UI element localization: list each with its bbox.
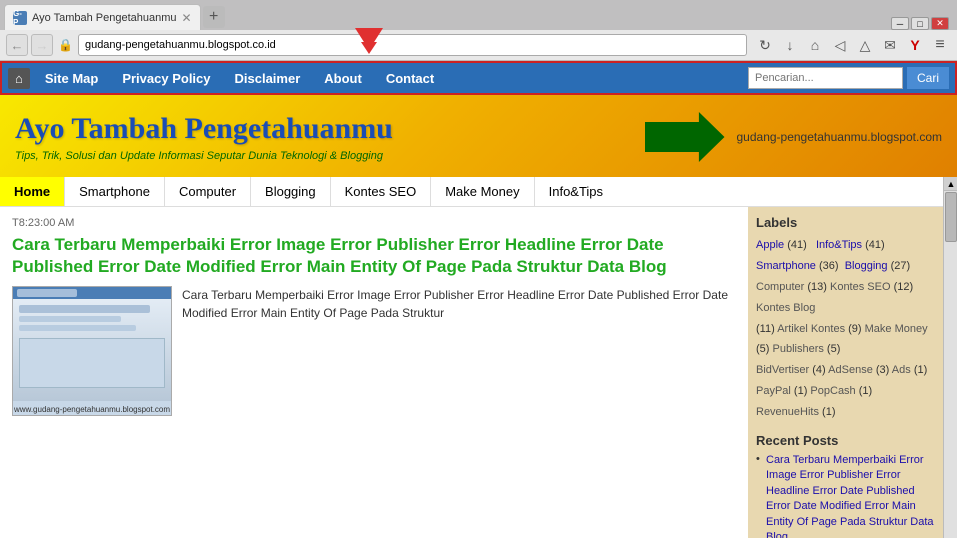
- window-controls: ─ □ ✕: [891, 17, 953, 30]
- label-blogging[interactable]: Blogging: [845, 260, 888, 272]
- blog-url: gudang-pengetahuanmu.blogspot.com: [737, 130, 943, 144]
- messages-button[interactable]: ✉: [879, 34, 901, 56]
- label-popcash[interactable]: PopCash: [810, 385, 855, 397]
- label-artikel-kontes[interactable]: Artikel Kontes: [777, 323, 845, 335]
- browser-tab[interactable]: G-P Ayo Tambah Pengetahuanmu ✕: [4, 4, 201, 30]
- nav-disclaimer[interactable]: Disclaimer: [223, 65, 313, 92]
- tab-close-icon[interactable]: ✕: [182, 11, 192, 25]
- post-image: www.gudang-pengetahuanmu.blogspot.com: [12, 286, 172, 416]
- share-button[interactable]: △: [854, 34, 876, 56]
- recent-post-1[interactable]: • Cara Terbaru Memperbaiki Error Image E…: [756, 453, 935, 538]
- menu-button[interactable]: ≡: [929, 34, 951, 56]
- home-nav-button[interactable]: ⌂: [804, 34, 826, 56]
- label-apple[interactable]: Apple: [756, 239, 784, 251]
- nav-about[interactable]: About: [312, 65, 374, 92]
- red-arrow-indicator: [355, 28, 383, 54]
- close-window-button[interactable]: ✕: [931, 17, 949, 30]
- tab-make-money[interactable]: Make Money: [431, 177, 534, 206]
- tab-title: Ayo Tambah Pengetahuanmu: [32, 12, 177, 24]
- category-tabs: Home Smartphone Computer Blogging Kontes…: [0, 177, 943, 207]
- refresh-button[interactable]: ↻: [754, 34, 776, 56]
- tab-smartphone[interactable]: Smartphone: [65, 177, 165, 206]
- blog-header: Ayo Tambah Pengetahuanmu Tips, Trik, Sol…: [0, 95, 957, 177]
- tab-info-tips[interactable]: Info&Tips: [535, 177, 617, 206]
- site-nav: ⌂ Site Map Privacy Policy Disclaimer Abo…: [0, 61, 957, 95]
- recent-posts-section: Recent Posts • Cara Terbaru Memperbaiki …: [756, 433, 935, 538]
- lock-icon: 🔒: [56, 38, 75, 52]
- tab-computer[interactable]: Computer: [165, 177, 251, 206]
- label-ads[interactable]: Ads: [892, 364, 911, 376]
- post-title[interactable]: Cara Terbaru Memperbaiki Error Image Err…: [12, 234, 736, 278]
- nav-sitemap[interactable]: Site Map: [33, 65, 110, 92]
- nav-privacy[interactable]: Privacy Policy: [110, 65, 222, 92]
- profile-button[interactable]: Y: [904, 34, 926, 56]
- forward-button[interactable]: →: [31, 34, 53, 56]
- scrollbar[interactable]: ▲: [943, 177, 957, 538]
- minimize-button[interactable]: ─: [891, 17, 909, 30]
- maximize-button[interactable]: □: [911, 17, 929, 30]
- label-adsense[interactable]: AdSense: [828, 364, 873, 376]
- labels-section: Labels Apple (41) Info&Tips (41) Smartph…: [756, 215, 935, 423]
- label-kontes-seo[interactable]: Kontes SEO: [830, 281, 891, 293]
- sidebar: Labels Apple (41) Info&Tips (41) Smartph…: [748, 207, 943, 538]
- new-tab-button[interactable]: +: [203, 6, 225, 28]
- label-make-money[interactable]: Make Money: [865, 323, 928, 335]
- scroll-up-arrow[interactable]: ▲: [944, 177, 957, 191]
- label-publishers[interactable]: Publishers: [773, 343, 824, 355]
- blog-title: Ayo Tambah Pengetahuanmu: [15, 112, 393, 146]
- address-input[interactable]: [78, 34, 747, 56]
- recent-posts-title: Recent Posts: [756, 433, 935, 448]
- label-computer[interactable]: Computer: [756, 281, 804, 293]
- search-button[interactable]: Cari: [907, 67, 949, 89]
- post-image-caption: www.gudang-pengetahuanmu.blogspot.com: [14, 405, 170, 414]
- tab-home[interactable]: Home: [0, 177, 65, 206]
- blog-arrow-icon: [645, 112, 725, 162]
- label-smartphone[interactable]: Smartphone: [756, 260, 816, 272]
- tab-kontes-seo[interactable]: Kontes SEO: [331, 177, 432, 206]
- main-content: T8:23:00 AM Cara Terbaru Memperbaiki Err…: [0, 207, 748, 538]
- labels-list: Apple (41) Info&Tips (41) Smartphone (36…: [756, 235, 935, 423]
- search-input[interactable]: [748, 67, 903, 89]
- nav-home-button[interactable]: ⌂: [8, 68, 30, 89]
- downloads-button[interactable]: ↓: [779, 34, 801, 56]
- tab-favicon: G-P: [13, 11, 27, 25]
- label-paypal[interactable]: PayPal: [756, 385, 791, 397]
- label-bidvertiser[interactable]: BidVertiser: [756, 364, 809, 376]
- labels-title: Labels: [756, 215, 935, 230]
- tab-blogging[interactable]: Blogging: [251, 177, 331, 206]
- post-excerpt: Cara Terbaru Memperbaiki Error Image Err…: [182, 286, 736, 416]
- blog-subtitle: Tips, Trik, Solusi dan Update Informasi …: [15, 150, 393, 162]
- nav-contact[interactable]: Contact: [374, 65, 446, 92]
- scrollbar-thumb[interactable]: [945, 192, 957, 242]
- post-time: T8:23:00 AM: [12, 217, 736, 229]
- label-infotips[interactable]: Info&Tips: [816, 239, 862, 251]
- back-button[interactable]: ←: [6, 34, 28, 56]
- address-bar: ← → 🔒 ↻ ↓ ⌂ ◁ △ ✉ Y ≡: [0, 30, 957, 61]
- label-revenuehits[interactable]: RevenueHits: [756, 406, 819, 418]
- bookmark-button[interactable]: ◁: [829, 34, 851, 56]
- label-kontes-blog[interactable]: Kontes Blog: [756, 302, 815, 314]
